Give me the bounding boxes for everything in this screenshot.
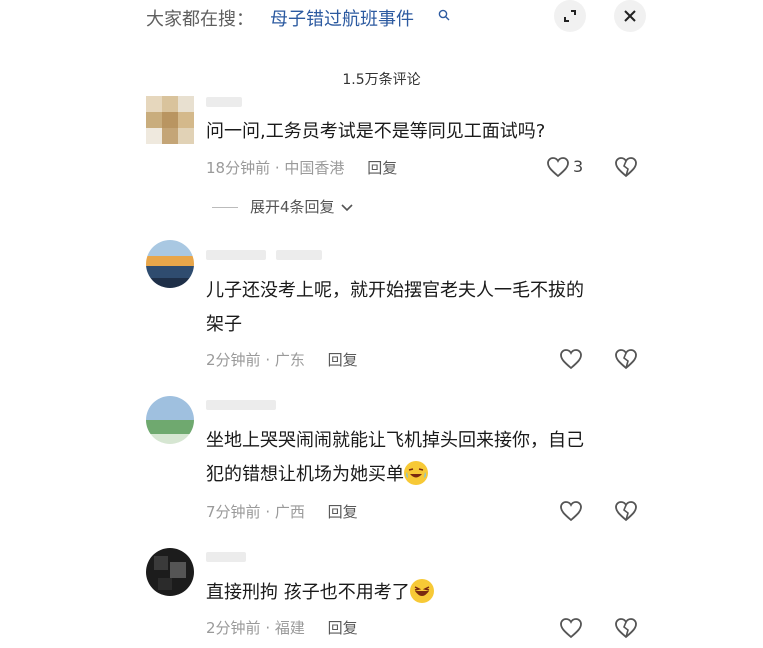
comment-text: 坐地上哭哭闹闹就能让飞机掉头回来接你，自己 犯的错想让机场为她买单 xyxy=(206,424,656,492)
comment-location: 广西 xyxy=(274,503,305,521)
avatar[interactable] xyxy=(146,548,194,596)
comment-text: 直接刑拘 孩子也不用考了 xyxy=(206,576,656,610)
heart-icon[interactable] xyxy=(559,348,583,370)
fullscreen-button[interactable] xyxy=(554,0,586,32)
search-prefix: 大家都在搜： xyxy=(146,9,254,30)
comment-location: 福建 xyxy=(274,619,305,637)
reply-button[interactable]: 回复 xyxy=(328,619,358,637)
broken-heart-icon[interactable] xyxy=(614,348,638,370)
username[interactable] xyxy=(206,552,246,562)
username-suffix xyxy=(276,250,322,260)
laugh-crying-emoji xyxy=(404,461,428,485)
close-icon xyxy=(624,10,636,22)
comment-time: 2分钟前 xyxy=(206,619,261,637)
username[interactable] xyxy=(206,400,276,410)
expand-replies-button[interactable]: 展开4条回复 xyxy=(212,196,353,217)
avatar[interactable] xyxy=(146,96,194,144)
comments-count: 1.5万条评论 xyxy=(342,72,421,88)
laughing-emoji xyxy=(409,579,434,603)
comment-meta: 7分钟前 · 广西 回复 xyxy=(206,503,358,521)
heart-icon[interactable] xyxy=(559,500,583,522)
comment-meta: 2分钟前 · 广东 回复 xyxy=(206,351,358,369)
search-icon[interactable] xyxy=(438,9,450,21)
like-count: 3 xyxy=(573,157,584,176)
comment-location: 中国香港 xyxy=(284,159,345,177)
comment-text: 问一问,工务员考试是不是等同见工面试吗? xyxy=(206,121,546,142)
reply-button[interactable]: 回复 xyxy=(367,159,397,177)
comment-meta: 2分钟前 · 福建 回复 xyxy=(206,619,358,637)
heart-icon[interactable] xyxy=(559,617,583,639)
avatar[interactable] xyxy=(146,240,194,288)
username[interactable] xyxy=(206,250,266,260)
search-header: 大家都在搜： 母子错过航班事件 xyxy=(0,0,763,40)
search-query-link[interactable]: 母子错过航班事件 xyxy=(270,5,414,31)
close-button[interactable] xyxy=(614,0,646,32)
broken-heart-icon[interactable] xyxy=(614,500,638,522)
comment-line: 儿子还没考上呢，就开始摆官老夫人一毛不拔的 xyxy=(206,280,584,301)
avatar[interactable] xyxy=(146,396,194,444)
chevron-down-icon xyxy=(341,203,353,211)
expand-replies-label: 展开4条回复 xyxy=(250,198,335,216)
username[interactable] xyxy=(206,97,242,107)
divider xyxy=(212,207,238,208)
comment-text: 儿子还没考上呢，就开始摆官老夫人一毛不拔的 架子 xyxy=(206,274,656,342)
comment-time: 7分钟前 xyxy=(206,503,261,521)
reply-button[interactable]: 回复 xyxy=(328,351,358,369)
comment-line: 坐地上哭哭闹闹就能让飞机掉头回来接你，自己 xyxy=(206,430,584,451)
comment-location: 广东 xyxy=(274,351,305,369)
reply-button[interactable]: 回复 xyxy=(328,503,358,521)
comment-time: 18分钟前 xyxy=(206,159,271,177)
comment-time: 2分钟前 xyxy=(206,351,261,369)
broken-heart-icon[interactable] xyxy=(614,156,638,178)
comment-meta: 18分钟前 · 中国香港 回复 xyxy=(206,159,398,177)
comment-line: 架子 xyxy=(206,314,242,335)
heart-icon[interactable] xyxy=(546,156,570,178)
broken-heart-icon[interactable] xyxy=(614,617,638,639)
comment-line: 犯的错想让机场为她买单 xyxy=(206,458,656,492)
expand-icon xyxy=(564,10,576,22)
